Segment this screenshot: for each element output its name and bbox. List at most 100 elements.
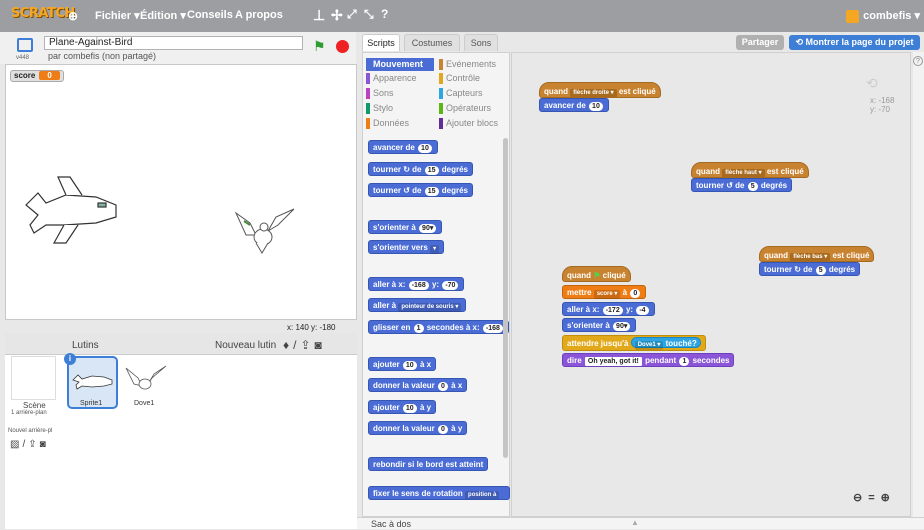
category-data[interactable]: Données	[366, 117, 409, 130]
script4-goto-xy[interactable]: aller à x: -172 y: -4	[562, 302, 655, 316]
globe-icon[interactable]: ⊕	[68, 9, 78, 23]
palette-block-point-direction[interactable]: s'orienter à 90▾	[368, 220, 443, 234]
avatar	[846, 9, 860, 23]
upload-icon[interactable]: ⇪	[300, 338, 314, 352]
mouse-coords: x: 140 y: -180	[287, 323, 336, 332]
zoom-in-icon[interactable]: ⊕	[881, 492, 896, 504]
touching-sensor[interactable]: Dove1 ▾ touché?	[630, 337, 701, 350]
new-backdrop-tools[interactable]: ▨/⇪◙	[10, 439, 49, 450]
menu-file[interactable]: Fichier ▾	[95, 9, 140, 22]
dove-sprite	[234, 208, 295, 254]
sprites-title: Lutins	[72, 340, 99, 351]
new-backdrop-label: Nouvel arrière-pl	[8, 428, 53, 434]
sprite-name-1: Sprite1	[80, 400, 103, 407]
script2-turn-block[interactable]: tourner ↺ de 5 degrés	[691, 178, 793, 192]
stage[interactable]	[5, 64, 357, 320]
script3-turn-block[interactable]: tourner ↻ de 5 degrés	[759, 262, 861, 276]
dove-thumbnail-icon	[125, 365, 167, 390]
script1-move-block[interactable]: avancer de 10	[539, 98, 609, 112]
palette-block-turn-left[interactable]: tourner ↺ de 15 degrés	[368, 183, 473, 197]
menu-edit[interactable]: Édition ▾	[140, 9, 186, 22]
sprite-name-2: Dove1	[134, 400, 155, 407]
score-monitor[interactable]: score 0	[10, 70, 64, 82]
category-operators[interactable]: Opérateurs	[439, 102, 491, 115]
tab-sounds[interactable]: Sons	[464, 34, 498, 51]
palette-block-goto-xy[interactable]: aller à x: -168 y: -70	[368, 277, 465, 291]
script4-wait-until[interactable]: attendre jusqu'à Dove1 ▾ touché?	[562, 335, 706, 351]
stage-canvas	[25, 176, 295, 254]
see-project-page-button[interactable]: ⟲ Montrer la page du projet	[789, 35, 920, 50]
palette-block-glide[interactable]: glisser en 1 secondes à x: -168	[368, 320, 509, 334]
script1-hat-key-right[interactable]: quand flèche droite ▾ est cliqué	[539, 82, 661, 98]
category-motion[interactable]: Mouvement	[366, 58, 434, 71]
sprite-direction-icon: ⟲	[866, 75, 878, 91]
project-owner: par combefis (non partagé)	[48, 51, 157, 61]
help-icon[interactable]: ?	[381, 7, 388, 21]
backdrop-library-icon[interactable]: ▨	[10, 439, 22, 450]
stop-icon[interactable]	[336, 40, 349, 53]
palette-block-change-y[interactable]: ajouter 10 à y	[368, 400, 437, 414]
green-flag-icon: ⚑	[593, 271, 601, 280]
help-icon[interactable]: ?	[913, 56, 923, 66]
palette-block-goto[interactable]: aller à pointeur de souris ▾	[368, 298, 467, 312]
script3-hat-key-down[interactable]: quand flèche bas ▾ est cliqué	[759, 246, 875, 262]
palette-block-change-x[interactable]: ajouter 10 à x	[368, 357, 437, 371]
sprites-pane	[5, 333, 357, 529]
backpack-expand-icon[interactable]: ▲	[631, 518, 639, 527]
plane-sprite	[25, 176, 117, 244]
tab-scripts[interactable]: Scripts	[362, 34, 400, 51]
category-more-blocks[interactable]: Ajouter blocs	[439, 117, 498, 130]
top-menu-bar: SCRATCH ⊕ Fichier ▾ Édition ▾ Conseils A…	[0, 0, 924, 32]
palette-scrollbar[interactable]	[503, 138, 508, 458]
script4-set-variable[interactable]: mettre score ▾ à 0	[562, 285, 647, 299]
camera-icon[interactable]: ◙	[315, 338, 326, 352]
script2-hat-key-up[interactable]: quand flèche haut ▾ est cliqué	[691, 162, 809, 178]
duplicate-icon[interactable]: ⊥	[313, 7, 325, 24]
category-sensing[interactable]: Capteurs	[439, 87, 483, 100]
library-icon[interactable]: ♦	[283, 338, 293, 352]
backdrop-upload-icon[interactable]: ⇪	[28, 439, 39, 450]
palette-block-set-y[interactable]: donner la valeur 0 à y	[368, 421, 468, 435]
refresh-icon: ⟲	[795, 37, 806, 47]
category-looks[interactable]: Apparence	[366, 72, 417, 85]
script4-hat-green-flag[interactable]: quand ⚑ cliqué	[562, 266, 631, 282]
project-title-input[interactable]: Plane-Against-Bird	[44, 36, 303, 50]
user-menu[interactable]: combefis ▾	[846, 9, 920, 23]
shrink-icon[interactable]: ⤡	[364, 7, 374, 22]
category-sound[interactable]: Sons	[366, 87, 394, 100]
category-pen[interactable]: Stylo	[366, 102, 393, 115]
scene-backdrop-count: 1 arrière-plan	[11, 410, 47, 416]
backdrop-camera-icon[interactable]: ◙	[40, 439, 49, 450]
category-control[interactable]: Contrôle	[439, 72, 480, 85]
delete-icon[interactable]: ✢	[331, 7, 343, 24]
new-sprite-label: Nouveau lutin	[215, 340, 277, 351]
menu-tips[interactable]: Conseils	[187, 9, 233, 21]
green-flag-icon[interactable]: ⚑	[313, 39, 327, 53]
scene-thumbnail[interactable]	[11, 356, 56, 400]
new-sprite-tools[interactable]: ♦/⇪◙	[283, 338, 326, 352]
version-label: v448	[16, 55, 30, 61]
zoom-reset-icon[interactable]: =	[868, 492, 880, 504]
tab-costumes[interactable]: Costumes	[404, 34, 460, 51]
zoom-controls[interactable]: ⊖=⊕	[853, 491, 896, 504]
palette-block-bounce[interactable]: rebondir si le bord est atteint	[368, 457, 489, 471]
palette-block-point-towards[interactable]: s'orienter vers ▾	[368, 240, 445, 254]
menu-about[interactable]: A propos	[235, 9, 283, 21]
palette-block-move[interactable]: avancer de 10	[368, 140, 438, 154]
zoom-out-icon[interactable]: ⊖	[853, 492, 868, 504]
scene-label: Scène	[23, 401, 46, 410]
sprite-position: x: -168 y: -70	[870, 96, 895, 114]
script4-say-for[interactable]: dire Oh yeah, got it! pendant 1 secondes	[562, 353, 735, 367]
palette-block-set-x[interactable]: donner la valeur 0 à x	[368, 378, 468, 392]
plane-thumbnail-icon	[72, 374, 113, 390]
share-button[interactable]: Partager	[736, 35, 784, 50]
script4-point-direction[interactable]: s'orienter à 90▾	[562, 318, 637, 332]
grow-icon[interactable]: ⤢	[347, 7, 357, 22]
palette-block-rotation-style[interactable]: fixer le sens de rotation position à	[368, 486, 510, 500]
sprite-info-icon[interactable]: i	[64, 353, 76, 365]
stage-size-icon[interactable]	[17, 38, 33, 52]
scripts-scrollbar[interactable]	[913, 52, 924, 517]
category-events[interactable]: Evénements	[439, 58, 496, 71]
palette-block-turn-right[interactable]: tourner ↻ de 15 degrés	[368, 162, 473, 176]
backpack-bar[interactable]: Sac à dos	[357, 517, 924, 529]
